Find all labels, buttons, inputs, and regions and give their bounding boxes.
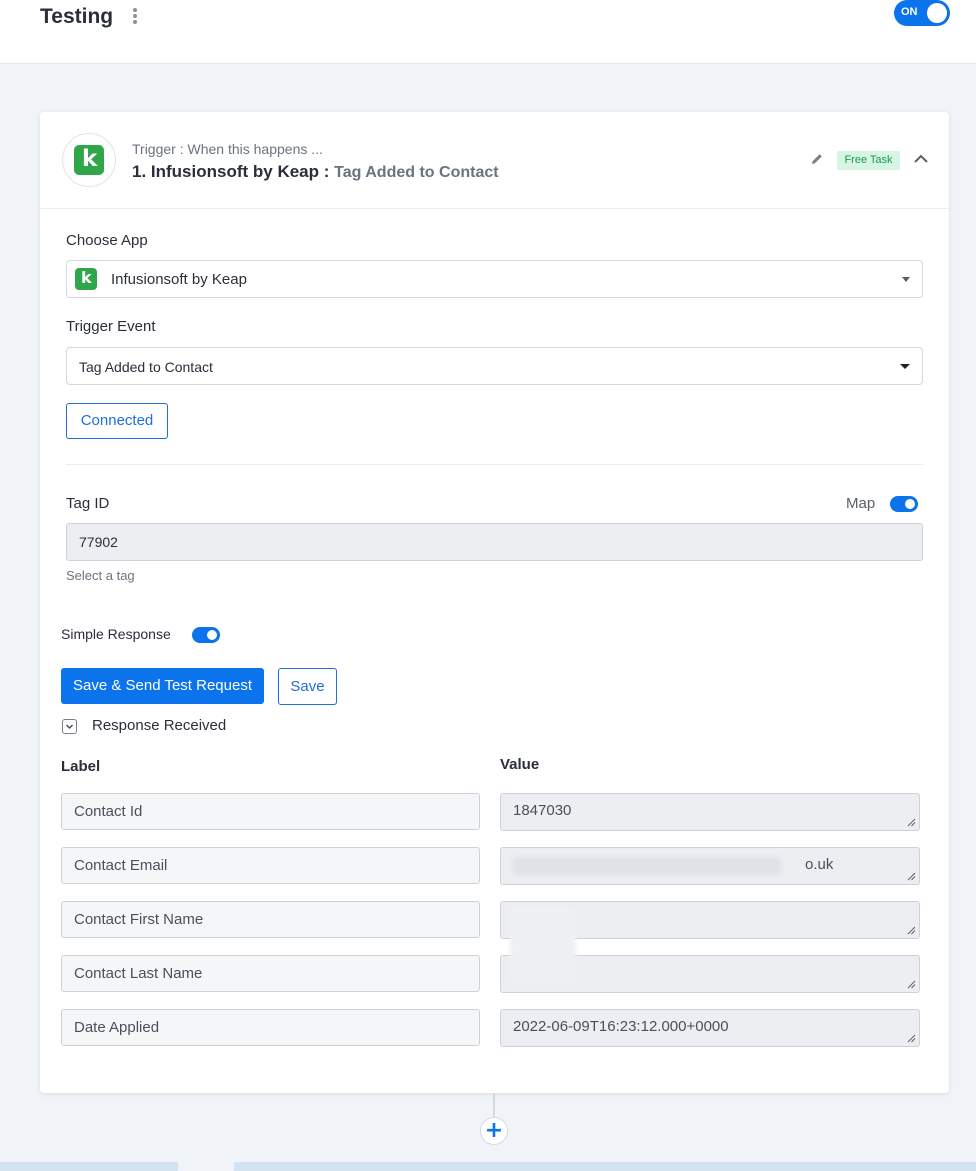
step-header[interactable]: k Trigger : When this happens ... 1. Inf… <box>40 112 949 209</box>
dropdown-caret-icon <box>902 277 910 282</box>
value-column-header: Value <box>500 756 540 773</box>
app-select-value: Infusionsoft by Keap <box>111 271 247 288</box>
trigger-event-label: Trigger Event <box>66 318 156 335</box>
toggle-state-label: ON <box>901 6 918 18</box>
response-value-field[interactable]: o.uk <box>500 847 920 885</box>
response-label-field: Date Applied <box>61 1009 480 1046</box>
map-toggle[interactable] <box>890 496 918 512</box>
keap-logo-icon: k <box>75 268 97 290</box>
response-label-text: Contact Email <box>74 857 168 874</box>
trigger-step-card: k Trigger : When this happens ... 1. Inf… <box>40 112 949 1093</box>
next-step-strip <box>0 1162 976 1171</box>
save-send-test-button[interactable]: Save & Send Test Request <box>61 668 264 704</box>
resize-handle-icon[interactable] <box>907 1034 916 1043</box>
add-step-button[interactable]: + <box>480 1117 508 1145</box>
response-label-field: Contact Last Name <box>61 955 480 992</box>
kebab-menu-icon[interactable] <box>130 8 140 26</box>
tag-id-value: 77902 <box>79 534 118 550</box>
response-label-text: Date Applied <box>74 1019 160 1036</box>
step-title: 1. Infusionsoft by Keap : Tag Added to C… <box>132 162 499 182</box>
response-value-text: 1847030 <box>513 802 572 819</box>
response-value-text: 2022-06-09T16:23:12.000+0000 <box>513 1018 729 1035</box>
dropdown-caret-icon <box>900 364 910 369</box>
redacted-name <box>510 908 576 984</box>
response-label-field: Contact Email <box>61 847 480 884</box>
simple-response-label: Simple Response <box>61 626 171 642</box>
chevron-down-icon[interactable] <box>62 719 77 734</box>
response-label-text: Contact First Name <box>74 911 204 928</box>
pencil-icon[interactable] <box>810 152 824 166</box>
step-app-name: 1. Infusionsoft by Keap : <box>132 162 330 181</box>
trigger-event-select[interactable]: Tag Added to Contact <box>66 347 923 385</box>
response-label-text: Contact Last Name <box>74 965 203 982</box>
tag-id-hint: Select a tag <box>66 568 135 583</box>
simple-response-toggle[interactable] <box>192 627 220 643</box>
label-column-header: Label <box>61 758 101 775</box>
plus-icon: + <box>484 1118 504 1143</box>
response-value-field[interactable]: 1847030 <box>500 793 920 831</box>
resize-handle-icon[interactable] <box>907 818 916 827</box>
step-connector-line <box>493 1093 495 1117</box>
step-subtitle: Trigger : When this happens ... <box>132 141 323 157</box>
chevron-up-icon[interactable] <box>912 152 930 166</box>
response-value-field[interactable]: 2022-06-09T16:23:12.000+0000 <box>500 1009 920 1047</box>
response-received-label: Response Received <box>92 717 227 734</box>
trigger-event-value: Tag Added to Contact <box>79 359 213 375</box>
response-label-field: Contact Id <box>61 793 480 830</box>
choose-app-label: Choose App <box>66 232 148 249</box>
save-button[interactable]: Save <box>278 668 337 705</box>
connected-button[interactable]: Connected <box>66 403 168 439</box>
workflow-title[interactable]: Testing <box>40 5 113 29</box>
section-divider <box>66 464 923 465</box>
toggle-knob <box>927 3 947 23</box>
resize-handle-icon[interactable] <box>907 926 916 935</box>
redacted-email <box>513 857 781 875</box>
map-label: Map <box>846 495 876 512</box>
response-label-text: Contact Id <box>74 803 143 820</box>
tag-id-label: Tag ID <box>66 495 110 512</box>
free-task-badge: Free Task <box>837 151 900 170</box>
response-value-text: o.uk <box>805 856 834 873</box>
choose-app-select[interactable]: k Infusionsoft by Keap <box>66 260 923 298</box>
tag-id-input[interactable]: 77902 <box>66 523 923 561</box>
response-label-field: Contact First Name <box>61 901 480 938</box>
resize-handle-icon[interactable] <box>907 980 916 989</box>
step-event-name: Tag Added to Contact <box>334 164 499 181</box>
keap-logo-icon: k <box>62 133 116 187</box>
top-bar: Testing ON <box>0 0 976 64</box>
workflow-status-toggle[interactable]: ON <box>894 0 950 26</box>
resize-handle-icon[interactable] <box>907 872 916 881</box>
